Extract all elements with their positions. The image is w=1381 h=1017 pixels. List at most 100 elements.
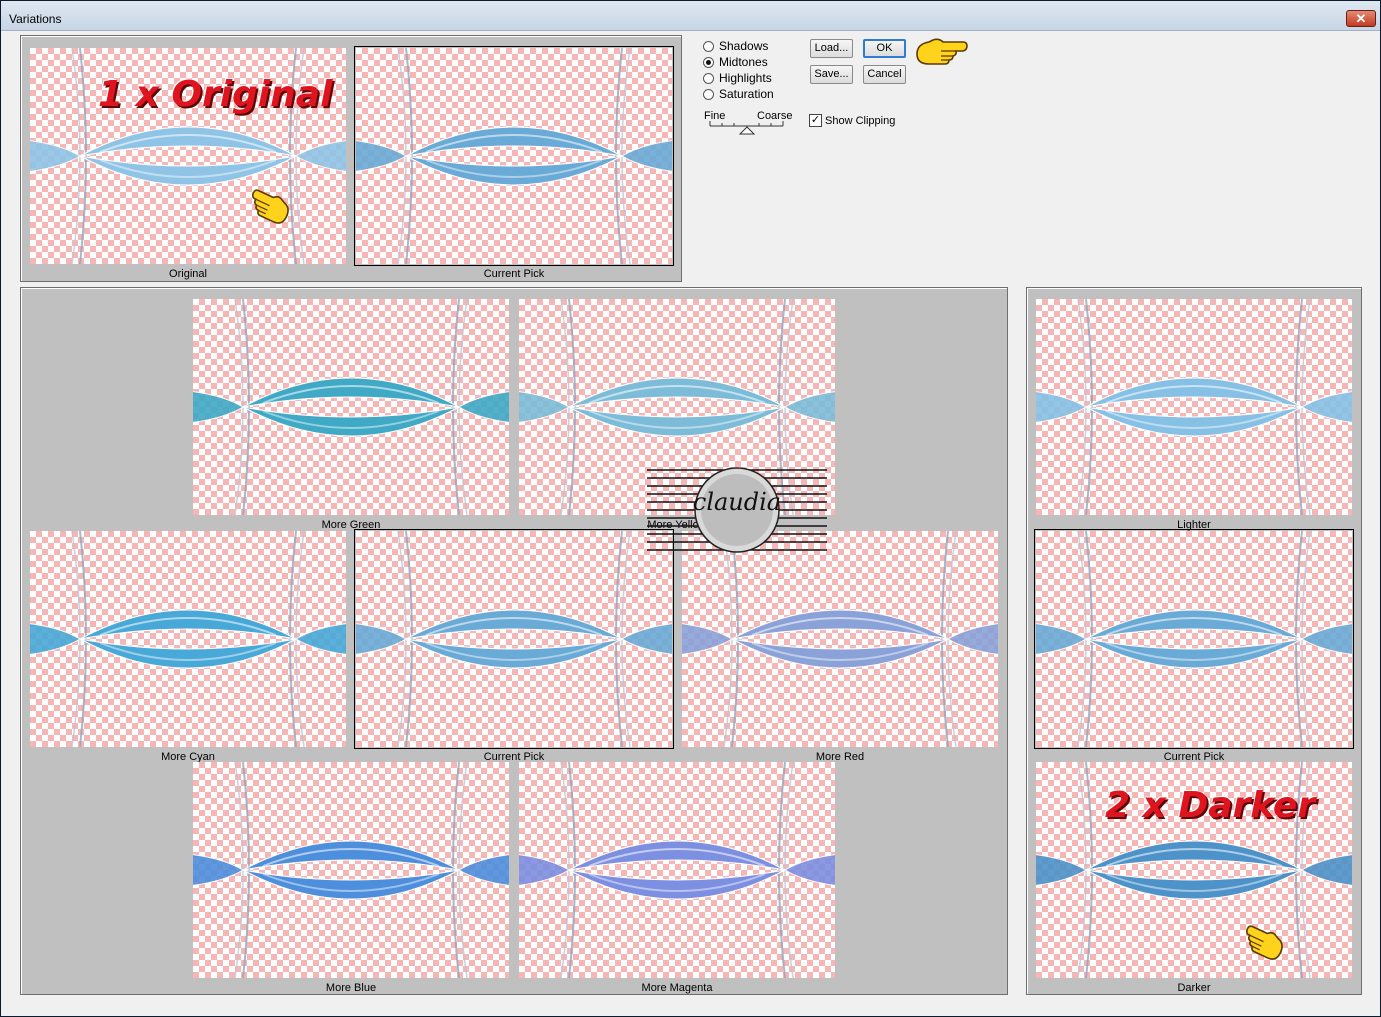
preview-image bbox=[193, 762, 509, 978]
ok-button[interactable]: OK bbox=[863, 39, 906, 58]
preview-image bbox=[1036, 531, 1352, 747]
ribbon-shape bbox=[79, 155, 297, 186]
variation-lighter[interactable]: Lighter bbox=[1035, 298, 1353, 531]
variation-more-magenta[interactable]: More Magenta bbox=[518, 761, 836, 994]
ribbon-shape bbox=[242, 377, 460, 408]
thumbnail-label: Darker bbox=[1177, 982, 1211, 994]
ribbon-shape bbox=[1085, 638, 1303, 669]
close-icon: ✕ bbox=[1355, 11, 1367, 26]
pointing-hand-icon bbox=[251, 189, 289, 224]
ribbon-artwork bbox=[356, 531, 672, 747]
show-clipping-label: Show Clipping bbox=[825, 115, 896, 127]
ribbon-shape bbox=[295, 140, 346, 172]
ribbon-shape bbox=[79, 126, 297, 157]
ribbon-shape bbox=[79, 638, 297, 669]
ribbon-shape bbox=[1301, 854, 1352, 886]
radio-midtones-dot[interactable] bbox=[703, 57, 714, 68]
ribbon-shape bbox=[784, 854, 835, 886]
thumbnail-label: More Magenta bbox=[641, 982, 713, 994]
preview-current-pick: Current Pick bbox=[354, 46, 674, 280]
ribbon-shape bbox=[1085, 406, 1303, 437]
cancel-button[interactable]: Cancel bbox=[863, 65, 906, 84]
radio-shadows-dot[interactable] bbox=[703, 41, 714, 52]
ribbon-shape bbox=[519, 854, 570, 886]
ribbon-shape bbox=[1036, 391, 1087, 423]
thumbnail-label: More Blue bbox=[325, 982, 377, 994]
ribbon-shape bbox=[405, 155, 623, 186]
fine-coarse-slider[interactable] bbox=[707, 120, 787, 136]
ribbon-shape bbox=[568, 840, 786, 871]
ribbon-shape bbox=[356, 623, 407, 655]
pointing-hand-icon bbox=[916, 38, 968, 65]
variations-dialog: Variations ✕ Original Current Pick Shado… bbox=[0, 0, 1381, 1017]
preview-image bbox=[356, 531, 672, 747]
ribbon-shape bbox=[1036, 854, 1087, 886]
ribbon-shape bbox=[405, 609, 623, 640]
checkmark-icon: ✓ bbox=[810, 114, 821, 126]
ribbon-shape bbox=[947, 623, 998, 655]
ribbon-shape bbox=[242, 869, 460, 900]
ribbon-artwork bbox=[519, 762, 835, 978]
show-clipping-checkbox[interactable]: ✓ bbox=[809, 114, 822, 127]
darker-note: 2 x Darker bbox=[1105, 785, 1316, 826]
watermark: claudia bbox=[647, 466, 827, 554]
ribbon-artwork bbox=[30, 531, 346, 747]
variation-more-red[interactable]: More Red bbox=[681, 530, 999, 763]
ribbon-shape bbox=[1036, 623, 1087, 655]
window-title: Variations bbox=[9, 12, 62, 26]
brightness-panel: Lighter Current Pick Darker bbox=[1026, 287, 1362, 995]
watermark-text: claudia bbox=[692, 488, 782, 516]
radio-saturation-dot[interactable] bbox=[703, 89, 714, 100]
ribbon-shape bbox=[568, 377, 786, 408]
ribbon-shape bbox=[1085, 377, 1303, 408]
ribbon-shape bbox=[405, 638, 623, 669]
ribbon-shape bbox=[1301, 391, 1352, 423]
ribbon-shape bbox=[242, 840, 460, 871]
ribbon-artwork bbox=[193, 762, 509, 978]
ribbon-artwork bbox=[1036, 299, 1352, 515]
thumbnail-label: Current Pick bbox=[483, 268, 545, 280]
ribbon-shape bbox=[242, 406, 460, 437]
ribbon-shape bbox=[621, 140, 672, 172]
ribbon-shape bbox=[405, 126, 623, 157]
ribbon-shape bbox=[568, 869, 786, 900]
ribbon-artwork bbox=[1036, 531, 1352, 747]
ribbon-shape bbox=[1301, 623, 1352, 655]
ribbon-shape bbox=[356, 140, 407, 172]
preview-image bbox=[30, 531, 346, 747]
preview-image bbox=[1036, 299, 1352, 515]
load-button[interactable]: Load... bbox=[810, 39, 853, 58]
ribbon-shape bbox=[682, 623, 733, 655]
ribbon-shape bbox=[519, 391, 570, 423]
slider-thumb[interactable] bbox=[738, 126, 756, 135]
ribbon-shape bbox=[458, 391, 509, 423]
variation-current-pick[interactable]: Current Pick bbox=[354, 529, 674, 763]
ribbon-shape bbox=[79, 609, 297, 640]
ribbon-shape bbox=[295, 623, 346, 655]
ribbon-shape bbox=[621, 623, 672, 655]
ribbon-shape bbox=[568, 406, 786, 437]
ribbon-shape bbox=[731, 609, 949, 640]
save-button[interactable]: Save... bbox=[810, 65, 853, 84]
ribbon-artwork bbox=[193, 299, 509, 515]
ribbon-artwork bbox=[682, 531, 998, 747]
variation-more-green[interactable]: More Green bbox=[192, 298, 510, 531]
color-variations-panel: More Green More Yellow More Cyan Current… bbox=[20, 287, 1008, 995]
ribbon-artwork bbox=[356, 48, 672, 264]
ribbon-shape bbox=[731, 638, 949, 669]
preview-panel: Original Current Pick bbox=[20, 35, 682, 282]
ribbon-shape bbox=[193, 391, 244, 423]
close-button[interactable]: ✕ bbox=[1346, 10, 1376, 27]
preview-image bbox=[356, 48, 672, 264]
title-bar[interactable]: Variations ✕ bbox=[1, 1, 1380, 31]
variation-more-blue[interactable]: More Blue bbox=[192, 761, 510, 994]
ribbon-shape bbox=[193, 854, 244, 886]
original-note: 1 x Original bbox=[98, 74, 333, 115]
ribbon-shape bbox=[30, 140, 81, 172]
preview-image bbox=[519, 762, 835, 978]
preview-image bbox=[682, 531, 998, 747]
radio-highlights-dot[interactable] bbox=[703, 73, 714, 84]
ribbon-shape bbox=[458, 854, 509, 886]
variation-current-pick-brightness[interactable]: Current Pick bbox=[1034, 529, 1354, 763]
variation-more-cyan[interactable]: More Cyan bbox=[29, 530, 347, 763]
